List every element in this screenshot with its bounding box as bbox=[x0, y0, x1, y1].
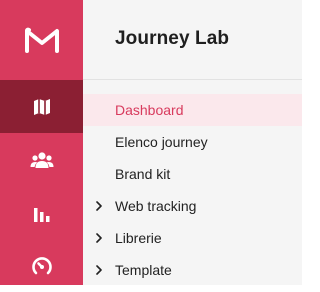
nav-item-label: Dashboard bbox=[115, 102, 184, 118]
rail-item-performance[interactable] bbox=[0, 239, 83, 292]
panel-title: Journey Lab bbox=[115, 28, 230, 49]
nav-item-label: Brand kit bbox=[115, 166, 171, 182]
icon-rail bbox=[0, 0, 83, 285]
nav-item-template[interactable]: Template bbox=[83, 254, 302, 286]
app-logo[interactable] bbox=[0, 0, 83, 80]
rail-item-users[interactable] bbox=[0, 133, 83, 186]
nav-item-brand-kit[interactable]: Brand kit bbox=[83, 158, 302, 190]
bar-chart-icon bbox=[33, 207, 49, 222]
section-panel: Journey Lab Dashboard Elenco journey Bra… bbox=[83, 0, 302, 285]
nav-item-label: Template bbox=[115, 262, 172, 278]
nav-item-librerie[interactable]: Librerie bbox=[83, 222, 302, 254]
chevron-right-icon bbox=[96, 233, 102, 243]
nav-item-label: Elenco journey bbox=[115, 134, 208, 150]
map-icon bbox=[33, 98, 50, 115]
chevron-right-icon bbox=[96, 201, 102, 211]
users-icon bbox=[30, 151, 53, 168]
panel-header: Journey Lab bbox=[83, 0, 302, 80]
gauge-icon bbox=[31, 256, 52, 274]
rail-item-journeys[interactable] bbox=[0, 80, 83, 133]
nav-item-label: Librerie bbox=[115, 230, 162, 246]
nav-item-web-tracking[interactable]: Web tracking bbox=[83, 190, 302, 222]
chevron-right-icon bbox=[96, 265, 102, 275]
nav-item-dashboard[interactable]: Dashboard bbox=[83, 94, 302, 126]
m-logo-icon bbox=[24, 27, 59, 53]
nav-item-label: Web tracking bbox=[115, 198, 197, 214]
rail-item-analytics[interactable] bbox=[0, 186, 83, 239]
nav-item-elenco-journey[interactable]: Elenco journey bbox=[83, 126, 302, 158]
